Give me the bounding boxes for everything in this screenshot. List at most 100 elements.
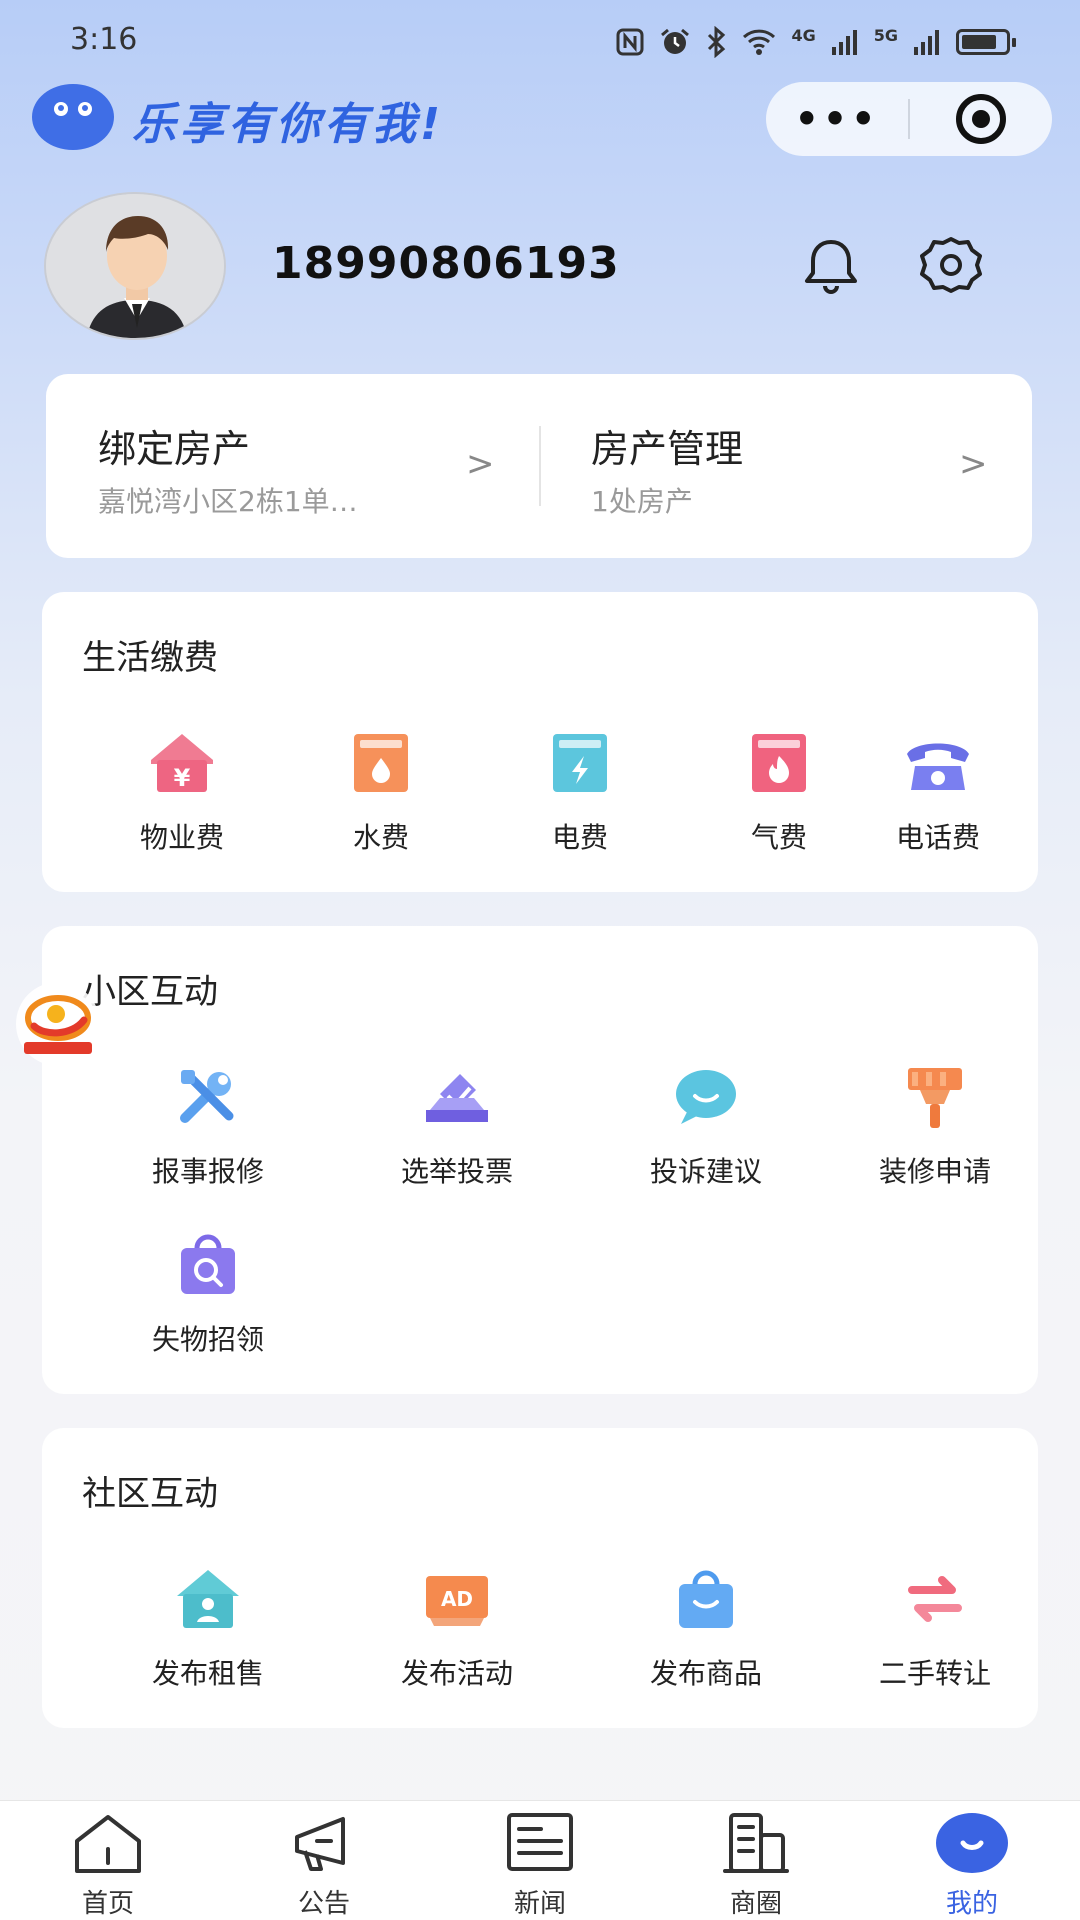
bell-icon	[805, 240, 857, 294]
vote-icon	[420, 1060, 494, 1134]
estate-item-vote[interactable]: 选举投票	[357, 1060, 557, 1190]
community-interaction-card: 社区互动 发布租售 AD 发布活动 发布商品 二手转让	[42, 1428, 1038, 1728]
pay-item-label: 电话费	[895, 821, 980, 854]
bluetooth-icon	[708, 26, 726, 58]
tab-business-district[interactable]: 商圈	[686, 1811, 826, 1920]
tab-mine[interactable]: 我的	[902, 1811, 1042, 1920]
house-rent-icon	[171, 1562, 245, 1636]
chevron-right-icon: >	[466, 444, 495, 484]
news-icon	[507, 1813, 573, 1871]
electric-fee-icon	[543, 726, 617, 800]
svg-text:AD: AD	[441, 1587, 473, 1611]
network-5g-label: 5G	[873, 26, 898, 45]
avatar[interactable]	[44, 192, 226, 340]
building-icon	[723, 1813, 789, 1873]
lost-found-bag-icon	[171, 1228, 245, 1302]
estate-item-label: 装修申请	[878, 1155, 991, 1188]
bind-property-entry[interactable]: 绑定房产 嘉悦湾小区2栋1单… >	[46, 374, 539, 558]
tab-home[interactable]: 首页	[38, 1811, 178, 1920]
notification-button[interactable]	[800, 234, 862, 300]
gas-fee-icon	[742, 726, 816, 800]
megaphone-icon	[295, 1817, 345, 1871]
brand-logo	[32, 84, 114, 150]
more-menu-button[interactable]: •••	[766, 97, 908, 141]
estate-item-decoration[interactable]: 装修申请	[835, 1060, 1035, 1190]
bind-property-title: 绑定房产	[98, 427, 251, 471]
status-time: 3:16	[70, 22, 138, 57]
phone-fee-icon	[901, 726, 975, 800]
section-title-community-interact: 社区互动	[82, 1474, 218, 1514]
pay-item-property-fee[interactable]: ¥ 物业费	[82, 726, 282, 856]
pay-item-electric-fee[interactable]: 电费	[480, 726, 680, 856]
pay-item-water-fee[interactable]: 水费	[281, 726, 481, 856]
property-management-title: 房产管理	[591, 427, 744, 471]
property-fee-icon: ¥	[145, 726, 219, 800]
water-fee-icon	[344, 726, 418, 800]
community-item-label: 发布商品	[649, 1657, 762, 1690]
community-item-label: 发布活动	[400, 1657, 513, 1690]
settings-button[interactable]	[918, 234, 984, 300]
property-card: 绑定房产 嘉悦湾小区2栋1单… > 房产管理 1处房产 >	[46, 374, 1032, 558]
community-item-goods[interactable]: 发布商品	[606, 1562, 806, 1692]
estate-item-repair[interactable]: 报事报修	[108, 1060, 308, 1190]
community-item-activity[interactable]: AD 发布活动	[357, 1562, 557, 1692]
service-logo-icon	[24, 995, 92, 1054]
tab-label: 我的	[945, 1889, 998, 1919]
5g-signal-icon	[914, 30, 939, 55]
section-title-estate-interact: 小区互动	[82, 972, 218, 1012]
estate-item-label: 选举投票	[400, 1155, 513, 1188]
paint-brush-icon	[898, 1060, 972, 1134]
tab-label: 首页	[81, 1889, 134, 1919]
4g-signal-icon	[831, 30, 857, 55]
close-mini-program-button[interactable]	[910, 94, 1052, 144]
nfc-icon	[616, 28, 644, 56]
floating-service-badge[interactable]	[16, 982, 100, 1066]
profile-header: 18990806193	[0, 190, 1080, 340]
battery-icon	[956, 29, 1016, 55]
chevron-right-icon: >	[959, 444, 988, 484]
section-title-life-pay: 生活缴费	[82, 638, 218, 678]
user-avatar-icon	[46, 194, 224, 338]
estate-item-complaint[interactable]: 投诉建议	[606, 1060, 806, 1190]
community-item-rent-sale[interactable]: 发布租售	[108, 1562, 308, 1692]
pay-item-label: 物业费	[139, 821, 224, 854]
svg-text:¥: ¥	[174, 764, 191, 792]
shopping-bag-icon	[669, 1562, 743, 1636]
wifi-icon	[743, 29, 776, 55]
estate-item-label: 报事报修	[151, 1155, 264, 1188]
user-phone-number: 18990806193	[272, 238, 620, 289]
brand-bar: 乐享有你有我! •••	[0, 80, 1080, 160]
life-payment-card: 生活缴费 ¥ 物业费 水费 电费 气费 电话费	[42, 592, 1038, 892]
exchange-arrows-icon	[898, 1562, 972, 1636]
brand-slogan: 乐享有你有我!	[132, 99, 445, 150]
ad-icon: AD	[420, 1562, 494, 1636]
community-item-label: 发布租售	[151, 1657, 264, 1690]
network-4g-label: 4G	[791, 26, 816, 45]
home-icon	[75, 1815, 141, 1873]
property-management-entry[interactable]: 房产管理 1处房产 >	[539, 374, 1032, 558]
pay-item-label: 水费	[352, 821, 409, 854]
status-bar: 3:16 4G 5G	[0, 0, 1080, 80]
property-count: 1处房产	[591, 485, 693, 518]
bind-property-address: 嘉悦湾小区2栋1单…	[98, 485, 358, 518]
alarm-icon	[661, 28, 690, 54]
gear-icon	[920, 237, 982, 293]
estate-item-lost-found[interactable]: 失物招领	[108, 1228, 308, 1358]
pay-item-phone-fee[interactable]: 电话费	[838, 726, 1038, 856]
profile-smile-icon	[936, 1813, 1008, 1873]
bottom-tab-bar: 首页 公告 新闻 商圈 我的	[0, 1800, 1080, 1920]
tab-label: 商圈	[729, 1889, 782, 1919]
tab-label: 公告	[297, 1889, 350, 1919]
estate-item-label: 失物招领	[151, 1323, 264, 1356]
tab-announcement[interactable]: 公告	[254, 1811, 394, 1920]
community-item-secondhand[interactable]: 二手转让	[835, 1562, 1035, 1692]
community-item-label: 二手转让	[878, 1657, 991, 1690]
pay-item-label: 电费	[551, 821, 608, 854]
estate-item-label: 投诉建议	[649, 1155, 762, 1188]
estate-interaction-card: 小区互动 报事报修 选举投票 投诉建议 装修申请 失物招领	[42, 926, 1038, 1394]
target-icon	[956, 94, 1006, 144]
status-indicators: 4G 5G	[615, 26, 1016, 58]
tab-label: 新闻	[513, 1889, 566, 1919]
tab-news[interactable]: 新闻	[470, 1811, 610, 1920]
repair-tools-icon	[171, 1060, 245, 1134]
